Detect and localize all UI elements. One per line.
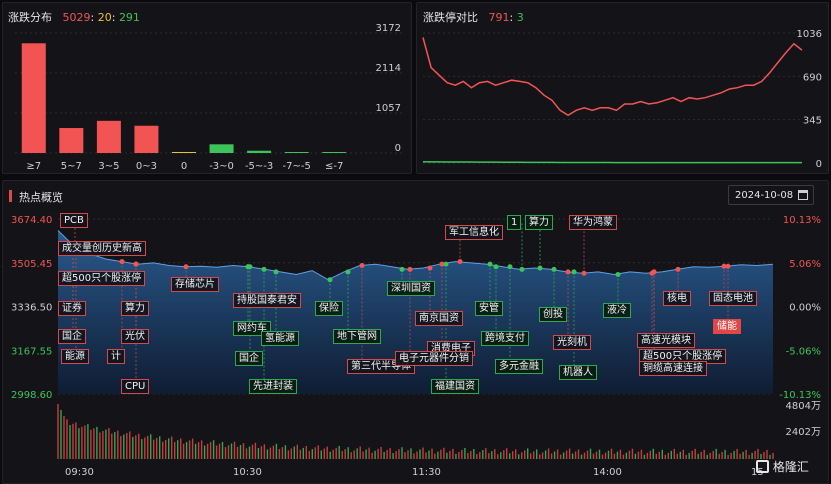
- hotspot-tag[interactable]: 光伏: [121, 329, 149, 344]
- hotspot-tag[interactable]: 福建国资: [431, 379, 479, 394]
- hotspot-tag[interactable]: 南京国资: [415, 311, 463, 326]
- hotspot-tag[interactable]: 算力: [525, 215, 553, 230]
- bar: [209, 144, 234, 153]
- hotspot-tag[interactable]: 保险: [315, 301, 343, 316]
- hotspot-tag[interactable]: PCB: [60, 213, 88, 228]
- bar: [96, 120, 121, 153]
- hotspot-tag[interactable]: 电子元器件分销: [395, 351, 473, 366]
- y-tick-label: 690: [803, 72, 822, 83]
- hotspot-tag[interactable]: 固态电池: [709, 291, 757, 306]
- bar: [172, 152, 196, 153]
- hotspot-tag[interactable]: 存储芯片: [171, 277, 219, 292]
- hotspot-tag[interactable]: 能源: [61, 349, 89, 364]
- hotspot-tag[interactable]: 证券: [58, 301, 86, 316]
- hotspot-tag[interactable]: 算力: [121, 301, 149, 316]
- hotspot-panel: 热点概览 3674.40 10.13% 3505.45 5.06% 3336.50 0.0…: [2, 180, 829, 484]
- x-tick-label: 0: [181, 161, 187, 172]
- hotspot-tag[interactable]: 华为鸿蒙: [569, 215, 617, 230]
- limit-chart: 1036 690 345 0: [422, 29, 822, 170]
- bar: [21, 43, 46, 153]
- hotspot-tag[interactable]: 计: [107, 349, 125, 364]
- hotspot-tag[interactable]: 多元金融: [495, 359, 543, 374]
- hotspot-tag[interactable]: 安管: [475, 301, 503, 316]
- x-tick-label: 5~7: [61, 161, 82, 172]
- brand-logo: 格隆汇: [756, 458, 809, 475]
- hotspot-tag[interactable]: 氢能源: [261, 331, 299, 346]
- x-tick-label: ≥7: [26, 161, 41, 172]
- date-picker[interactable]: 2024-10-08: [728, 185, 814, 205]
- hotspot-tag[interactable]: 成交量创历史新高: [58, 241, 146, 256]
- hotspot-tag[interactable]: 深圳国资: [387, 281, 435, 296]
- y-tick-label: 0: [816, 159, 822, 170]
- bar: [59, 128, 84, 153]
- date-value: 2024-10-08: [735, 190, 794, 201]
- x-tick-label: -3~0: [209, 161, 234, 172]
- distribution-chart: 3172 2114 1057 0 ≥7 5~7 3~5 0~3 0 -3~0 -5~-3 -7~-5 ≤…: [15, 23, 403, 172]
- hotspot-tag[interactable]: 国企: [58, 329, 86, 344]
- hotspot-tag[interactable]: 液冷: [603, 303, 631, 318]
- hotspot-tag[interactable]: 1: [507, 215, 522, 230]
- calendar-icon: [798, 190, 808, 200]
- y-tick-label: 2114: [376, 63, 401, 74]
- limit-panel: 涨跌停对比 791: 3 1036 690 345 0: [416, 2, 829, 174]
- hotspot-tag[interactable]: 机器人: [559, 365, 597, 380]
- hotspot-tag[interactable]: 军工信息化: [445, 225, 503, 240]
- hotspot-tag[interactable]: 核电: [663, 291, 691, 306]
- x-tick-label: 0~3: [136, 161, 157, 172]
- hotspot-tag[interactable]: 创投: [539, 307, 567, 322]
- limit_down-line: [422, 160, 802, 164]
- x-tick-label: -7~-5: [283, 161, 311, 172]
- hotspot-tag[interactable]: 先进封装: [249, 379, 297, 394]
- logo-text: 格隆汇: [772, 460, 809, 474]
- hotspot-tag[interactable]: 跨境支付: [481, 331, 529, 346]
- hotspot-tag[interactable]: 国企: [235, 351, 263, 366]
- bar: [284, 152, 309, 153]
- bar: [247, 150, 272, 153]
- hotspot-tag[interactable]: 高速光模块: [637, 333, 695, 348]
- hotspot-tag[interactable]: 铜缆高速连接: [639, 361, 707, 376]
- y-tick-label: 3172: [376, 23, 401, 34]
- x-tick-label: -5~-3: [245, 161, 273, 172]
- y-tick-label: 0: [395, 143, 401, 154]
- hotspot-tags: PCB 成交量创历史新高 超500只个股涨停 证券 国企 能源 CPU 算力 光伏计存储芯片 持股…: [3, 181, 828, 483]
- x-tick-label: 3~5: [98, 161, 119, 172]
- y-tick-label: 1057: [376, 103, 401, 114]
- hotspot-tag[interactable]: 光刻机: [553, 335, 591, 350]
- hotspot-tag[interactable]: 地下管网: [333, 329, 381, 344]
- hotspot-tag[interactable]: 储能: [713, 319, 741, 334]
- hotspot-tag[interactable]: CPU: [121, 379, 150, 394]
- bar: [134, 125, 159, 153]
- bar: [322, 152, 347, 153]
- y-tick-label: 345: [803, 116, 822, 127]
- logo-icon: [756, 460, 769, 473]
- hotspot-tag[interactable]: 持股国泰君安: [233, 293, 301, 308]
- hotspot-tag[interactable]: 超500只个股涨停: [58, 271, 146, 286]
- x-tick-label: ≤-7: [325, 161, 343, 172]
- distribution-panel: 涨跌分布 5029: 20: 291 3172 2114 1057 0 ≥7 5~7 3~5…: [2, 2, 412, 174]
- y-tick-label: 1036: [797, 29, 822, 40]
